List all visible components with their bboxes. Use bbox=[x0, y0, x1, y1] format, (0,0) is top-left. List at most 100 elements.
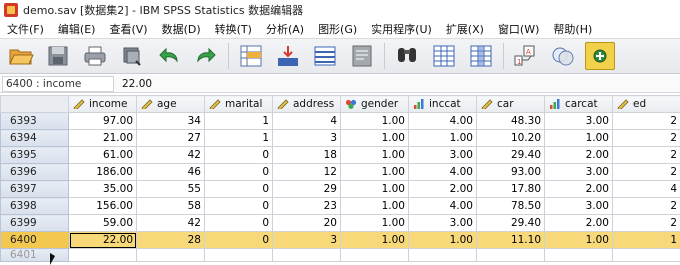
grid-corner[interactable] bbox=[0, 95, 69, 113]
column-header-carcat[interactable]: carcat bbox=[544, 95, 613, 113]
data-cell[interactable]: 4 bbox=[272, 112, 341, 130]
data-cell[interactable]: 2.00 bbox=[408, 180, 477, 198]
data-cell[interactable]: 3.00 bbox=[544, 197, 613, 215]
data-cell[interactable]: 2.00 bbox=[544, 214, 613, 232]
data-cell[interactable]: 29 bbox=[272, 180, 341, 198]
column-header-gender[interactable]: gender bbox=[340, 95, 409, 113]
data-cell[interactable]: 4.00 bbox=[408, 163, 477, 181]
split-file-button[interactable]: 1A bbox=[511, 42, 541, 70]
data-cell[interactable]: 1 bbox=[204, 129, 273, 147]
data-cell[interactable]: 2 bbox=[612, 146, 680, 164]
data-cell[interactable]: 1.00 bbox=[340, 231, 409, 249]
data-cell[interactable]: 2 bbox=[612, 197, 680, 215]
row-header[interactable]: 6401 bbox=[0, 248, 69, 262]
data-cell[interactable]: 20 bbox=[272, 214, 341, 232]
data-cell[interactable]: 0 bbox=[204, 214, 273, 232]
data-cell[interactable]: 29.40 bbox=[476, 214, 545, 232]
row-header[interactable]: 6399 bbox=[0, 214, 69, 232]
data-cell[interactable]: 46 bbox=[136, 163, 205, 181]
column-header-income[interactable]: income bbox=[68, 95, 137, 113]
data-cell[interactable]: 0 bbox=[204, 197, 273, 215]
data-cell[interactable]: 97.00 bbox=[68, 112, 137, 130]
data-cell[interactable]: 4.00 bbox=[408, 112, 477, 130]
data-cell[interactable]: 11.10 bbox=[476, 231, 545, 249]
menu-graphs[interactable]: 图形(G) bbox=[311, 21, 364, 37]
cell-value-field[interactable]: 22.00 bbox=[122, 76, 680, 92]
data-cell[interactable]: 0 bbox=[204, 163, 273, 181]
data-cell[interactable]: 1 bbox=[204, 112, 273, 130]
menu-transform[interactable]: 转换(T) bbox=[208, 21, 259, 37]
row-header[interactable]: 6396 bbox=[0, 163, 69, 181]
data-cell[interactable]: 3.00 bbox=[408, 146, 477, 164]
menu-utilities[interactable]: 实用程序(U) bbox=[364, 21, 439, 37]
data-cell[interactable] bbox=[272, 248, 341, 262]
data-cell[interactable]: 1.00 bbox=[340, 197, 409, 215]
data-cell[interactable]: 186.00 bbox=[68, 163, 137, 181]
data-cell[interactable]: 1.00 bbox=[340, 129, 409, 147]
column-header-ed[interactable]: ed bbox=[612, 95, 680, 113]
column-header-address[interactable]: address bbox=[272, 95, 341, 113]
redo-button[interactable] bbox=[191, 42, 221, 70]
column-header-marital[interactable]: marital bbox=[204, 95, 273, 113]
data-cell[interactable] bbox=[544, 248, 613, 262]
data-cell[interactable]: 21.00 bbox=[68, 129, 137, 147]
data-cell[interactable]: 2 bbox=[612, 214, 680, 232]
data-cell[interactable] bbox=[136, 248, 205, 262]
data-cell[interactable]: 1.00 bbox=[340, 146, 409, 164]
data-cell[interactable]: 1.00 bbox=[340, 112, 409, 130]
data-cell[interactable]: 1.00 bbox=[340, 214, 409, 232]
data-cell[interactable]: 1 bbox=[612, 231, 680, 249]
data-cell[interactable]: 78.50 bbox=[476, 197, 545, 215]
data-cell[interactable]: 2.00 bbox=[544, 146, 613, 164]
goto-variable-button[interactable] bbox=[273, 42, 303, 70]
row-header[interactable]: 6398 bbox=[0, 197, 69, 215]
weight-cases-button[interactable] bbox=[548, 42, 578, 70]
descriptives-button[interactable] bbox=[347, 42, 377, 70]
menu-file[interactable]: 文件(F) bbox=[0, 21, 51, 37]
menu-data[interactable]: 数据(D) bbox=[155, 21, 208, 37]
data-cell[interactable]: 34 bbox=[136, 112, 205, 130]
open-folder-button[interactable] bbox=[6, 42, 36, 70]
insert-variable-button[interactable] bbox=[466, 42, 496, 70]
data-cell[interactable]: 0 bbox=[204, 180, 273, 198]
goto-case-button[interactable] bbox=[236, 42, 266, 70]
column-header-age[interactable]: age bbox=[136, 95, 205, 113]
data-cell[interactable]: 48.30 bbox=[476, 112, 545, 130]
data-cell[interactable]: 1.00 bbox=[340, 163, 409, 181]
data-cell[interactable] bbox=[68, 248, 137, 262]
data-cell[interactable]: 93.00 bbox=[476, 163, 545, 181]
menu-view[interactable]: 查看(V) bbox=[102, 21, 154, 37]
data-cell[interactable]: 1.00 bbox=[544, 129, 613, 147]
column-header-car[interactable]: car bbox=[476, 95, 545, 113]
row-header[interactable]: 6394 bbox=[0, 129, 69, 147]
data-cell[interactable]: 2 bbox=[612, 112, 680, 130]
variables-button[interactable] bbox=[310, 42, 340, 70]
row-header[interactable]: 6397 bbox=[0, 180, 69, 198]
data-cell[interactable]: 3 bbox=[272, 129, 341, 147]
data-cell[interactable]: 156.00 bbox=[68, 197, 137, 215]
undo-button[interactable] bbox=[154, 42, 184, 70]
data-cell[interactable] bbox=[340, 248, 409, 262]
data-cell[interactable]: 55 bbox=[136, 180, 205, 198]
data-cell[interactable]: 2 bbox=[612, 129, 680, 147]
data-cell[interactable]: 59.00 bbox=[68, 214, 137, 232]
row-header[interactable]: 6395 bbox=[0, 146, 69, 164]
menu-analyze[interactable]: 分析(A) bbox=[259, 21, 311, 37]
cell-reference-field[interactable]: 6400 : income bbox=[2, 75, 114, 92]
data-cell[interactable]: 18 bbox=[272, 146, 341, 164]
find-button[interactable] bbox=[392, 42, 422, 70]
data-cell[interactable]: 4 bbox=[612, 180, 680, 198]
data-cell[interactable] bbox=[476, 248, 545, 262]
data-cell[interactable]: 1.00 bbox=[408, 231, 477, 249]
data-cell[interactable]: 10.20 bbox=[476, 129, 545, 147]
data-cell[interactable]: 0 bbox=[204, 146, 273, 164]
data-cell[interactable]: 58 bbox=[136, 197, 205, 215]
data-cell[interactable]: 29.40 bbox=[476, 146, 545, 164]
column-header-inccat[interactable]: inccat bbox=[408, 95, 477, 113]
data-cell[interactable]: 0 bbox=[204, 231, 273, 249]
row-header[interactable]: 6393 bbox=[0, 112, 69, 130]
data-cell[interactable]: 23 bbox=[272, 197, 341, 215]
data-cell[interactable]: 42 bbox=[136, 146, 205, 164]
dialog-recall-button[interactable] bbox=[117, 42, 147, 70]
data-cell[interactable]: 1.00 bbox=[544, 231, 613, 249]
